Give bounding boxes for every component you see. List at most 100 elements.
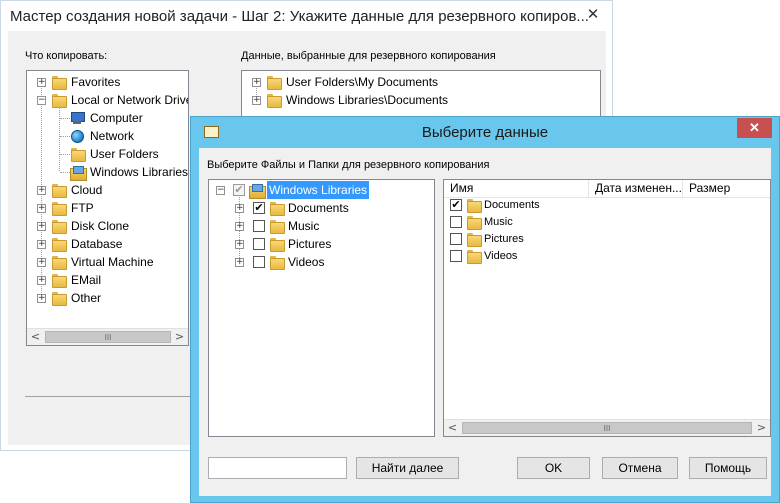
file-list-hscrollbar[interactable]: < III > [444, 419, 770, 436]
selected-data-label: Данные, выбранные для резервного копиров… [241, 50, 496, 62]
music-checkbox[interactable] [253, 220, 265, 232]
expand-icon[interactable]: + [235, 240, 244, 249]
tree-item-label: Documents [288, 201, 349, 215]
network-icon [71, 130, 84, 143]
tree-item-label: Disk Clone [71, 219, 130, 233]
pictures-checkbox[interactable] [450, 233, 462, 245]
tree-item-label: Cloud [71, 183, 103, 197]
scroll-left-arrow[interactable]: < [27, 329, 44, 345]
tree-item-label: EMail [71, 273, 102, 287]
folder-icon [467, 216, 482, 230]
folder-icon [52, 220, 67, 234]
dialog-instruction: Выберите Файлы и Папки для резервного ко… [207, 159, 490, 171]
folder-icon [270, 238, 285, 252]
select-data-dialog: Выберите данные ✕ Выберите Файлы и Папки… [190, 116, 780, 503]
expand-icon[interactable]: + [37, 258, 46, 267]
expand-icon[interactable]: + [252, 96, 261, 105]
folder-icon [52, 76, 67, 90]
tree-item-label: User Folders [90, 147, 159, 161]
videos-checkbox[interactable] [253, 256, 265, 268]
tree-item-label: Virtual Machine [71, 255, 154, 269]
tree-item-label: Pictures [288, 237, 332, 251]
expand-icon[interactable]: + [235, 222, 244, 231]
music-checkbox[interactable] [450, 216, 462, 228]
dialog-body: Выберите Файлы и Папки для резервного ко… [199, 148, 771, 496]
tree-item-label: Computer [90, 111, 143, 125]
library-icon [70, 166, 87, 181]
expand-icon[interactable]: + [37, 78, 46, 87]
folder-icon [267, 94, 282, 108]
tree-item-label: Favorites [71, 75, 121, 89]
tree-item-label: Local or Network Drive [71, 93, 189, 107]
column-date[interactable]: Дата изменен... [589, 180, 683, 198]
source-tree[interactable]: + Favorites − Local or Network Drive Com… [26, 70, 189, 346]
collapse-icon[interactable]: − [216, 186, 225, 195]
folder-icon [467, 233, 482, 247]
folder-icon [52, 184, 67, 198]
folder-icon [52, 274, 67, 288]
dialog-titlebar: Выберите данные ✕ [191, 117, 779, 147]
library-tree[interactable]: − ✔ Windows Libraries + ✔ Documents + Mu… [208, 179, 435, 437]
tree-item-label: Network [90, 129, 135, 143]
help-button[interactable]: Помощь [689, 457, 767, 479]
dialog-close-button[interactable]: ✕ [737, 118, 772, 138]
selected-item-label: User Folders\My Documents [286, 75, 439, 89]
search-input[interactable] [208, 457, 347, 479]
expand-icon[interactable]: + [252, 78, 261, 87]
source-tree-hscrollbar[interactable]: < III > [27, 328, 188, 345]
wizard-title: Мастер создания новой задачи - Шаг 2: Ук… [10, 8, 589, 25]
expand-icon[interactable]: + [37, 276, 46, 285]
folder-icon [270, 220, 285, 234]
folder-icon [270, 256, 285, 270]
folder-icon [467, 250, 482, 264]
computer-icon [70, 112, 85, 124]
expand-icon[interactable]: + [37, 240, 46, 249]
scroll-thumb[interactable]: III [45, 331, 171, 343]
tree-item-label: Music [288, 219, 320, 233]
file-name: Documents [484, 199, 540, 211]
expand-icon[interactable]: + [37, 204, 46, 213]
folder-icon [267, 76, 282, 90]
folder-icon [52, 238, 67, 252]
file-list[interactable]: Имя Дата изменен... Размер ✔ Documents M… [443, 179, 771, 437]
file-name: Pictures [484, 233, 524, 245]
root-checkbox[interactable]: ✔ [233, 184, 245, 196]
expand-icon[interactable]: + [235, 204, 244, 213]
tree-root-label: Windows Libraries [267, 181, 370, 199]
file-name: Videos [484, 250, 518, 262]
selected-item-label: Windows Libraries\Documents [286, 93, 449, 107]
file-name: Music [484, 216, 513, 228]
expand-icon[interactable]: + [235, 258, 244, 267]
folder-icon [52, 94, 67, 108]
tree-item-label: Database [71, 237, 123, 251]
column-size[interactable]: Размер [683, 180, 770, 198]
scroll-left-arrow[interactable]: < [444, 420, 461, 436]
expand-icon[interactable]: + [37, 186, 46, 195]
scroll-right-arrow[interactable]: > [171, 329, 188, 345]
expand-icon[interactable]: + [37, 294, 46, 303]
tree-item-label: Other [71, 291, 102, 305]
scroll-thumb[interactable]: III [462, 422, 752, 434]
documents-checkbox[interactable]: ✔ [450, 199, 462, 211]
ok-button[interactable]: OK [517, 457, 590, 479]
library-icon [249, 184, 266, 199]
tree-item-label: Windows Libraries [90, 165, 189, 179]
folder-icon [52, 292, 67, 306]
scroll-right-arrow[interactable]: > [753, 420, 770, 436]
documents-checkbox[interactable]: ✔ [253, 202, 265, 214]
pictures-checkbox[interactable] [253, 238, 265, 250]
find-next-button[interactable]: Найти далее [356, 457, 459, 479]
cancel-button[interactable]: Отмена [602, 457, 678, 479]
wizard-close-button[interactable]: ✕ [581, 5, 605, 25]
folder-icon [467, 199, 482, 213]
wizard-titlebar: Мастер создания новой задачи - Шаг 2: Ук… [1, 1, 612, 31]
what-to-copy-label: Что копировать: [25, 50, 108, 62]
folder-icon [52, 256, 67, 270]
expand-icon[interactable]: + [37, 222, 46, 231]
dialog-title: Выберите данные [421, 124, 549, 141]
folder-icon [270, 202, 285, 216]
videos-checkbox[interactable] [450, 250, 462, 262]
collapse-icon[interactable]: − [37, 96, 46, 105]
tree-item-label: FTP [71, 201, 94, 215]
folder-icon [71, 148, 86, 162]
